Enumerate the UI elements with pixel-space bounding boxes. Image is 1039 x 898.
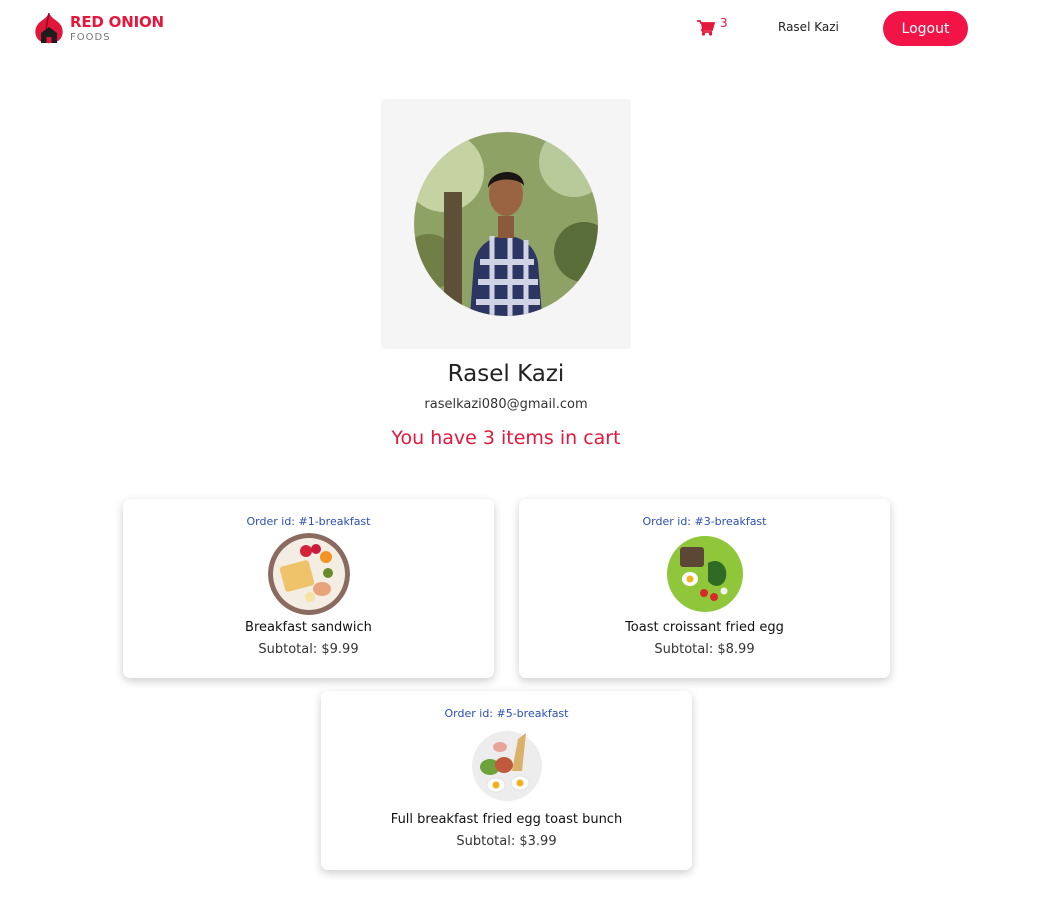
order-card[interactable]: Order id: #3-breakfast Toast croissant f… [519, 499, 890, 678]
food-image [663, 533, 746, 615]
order-card[interactable]: Order id: #1-breakfast Breakfast sandwic… [123, 499, 494, 678]
cart-summary-message: You have 3 items in cart [391, 427, 621, 449]
order-id: Order id: #5-breakfast [444, 707, 569, 720]
brand-logo[interactable]: RED ONION FOODS [32, 11, 172, 47]
item-title: Full breakfast fried egg toast bunch [390, 812, 623, 827]
cart-count-badge: 3 [720, 16, 728, 30]
item-title: Toast croissant fried egg [625, 620, 784, 635]
profile-email: raselkazi080@gmail.com [424, 397, 588, 412]
cart-button[interactable]: 3 [697, 16, 733, 42]
food-image [267, 533, 350, 615]
profile-name: Rasel Kazi [447, 361, 565, 387]
brand-subtitle: FOODS [70, 32, 111, 43]
avatar [414, 132, 598, 316]
order-card[interactable]: Order id: #5-breakfast Full breakfast fr… [321, 691, 692, 870]
order-id: Order id: #1-breakfast [246, 515, 371, 528]
item-subtotal: Subtotal: $8.99 [654, 642, 755, 657]
item-subtotal: Subtotal: $9.99 [258, 642, 359, 657]
onion-logo-icon [35, 12, 63, 44]
cart-icon [697, 20, 715, 36]
order-id: Order id: #3-breakfast [642, 515, 767, 528]
item-subtotal: Subtotal: $3.99 [456, 834, 557, 849]
food-image [465, 725, 548, 807]
profile-photo-card [381, 99, 631, 349]
header-username[interactable]: Rasel Kazi [778, 20, 839, 34]
item-title: Breakfast sandwich [245, 620, 372, 635]
brand-name: RED ONION [70, 13, 164, 31]
logout-button[interactable]: Logout [883, 11, 968, 46]
